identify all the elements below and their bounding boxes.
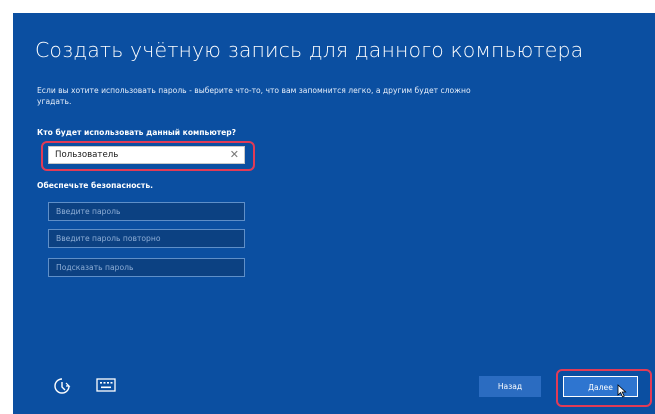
password-placeholder: Введите пароль	[56, 207, 121, 216]
password-repeat-placeholder: Введите пароль повторно	[56, 234, 161, 243]
username-value: Пользователь	[55, 150, 119, 160]
mouse-cursor-icon	[617, 384, 627, 398]
back-button[interactable]: Назад	[479, 376, 541, 397]
password-repeat-input[interactable]: Введите пароль повторно	[48, 229, 245, 248]
username-input[interactable]: Пользователь ✕	[48, 146, 245, 164]
password-hint-placeholder: Подсказать пароль	[56, 263, 134, 272]
password-input[interactable]: Введите пароль	[48, 202, 245, 221]
page-title: Создать учётную запись для данного компь…	[35, 38, 584, 62]
description-text: Если вы хотите использовать пароль - выб…	[37, 86, 471, 106]
username-question-label: Кто будет использовать данный компьютер?	[37, 128, 237, 137]
security-label: Обеспечьте безопасность.	[37, 181, 154, 190]
password-hint-input[interactable]: Подсказать пароль	[48, 258, 245, 277]
setup-screen: Создать учётную запись для данного компь…	[13, 13, 655, 414]
keyboard-icon[interactable]	[96, 378, 116, 392]
clear-icon[interactable]: ✕	[230, 148, 239, 161]
ease-of-access-icon[interactable]	[53, 377, 71, 395]
